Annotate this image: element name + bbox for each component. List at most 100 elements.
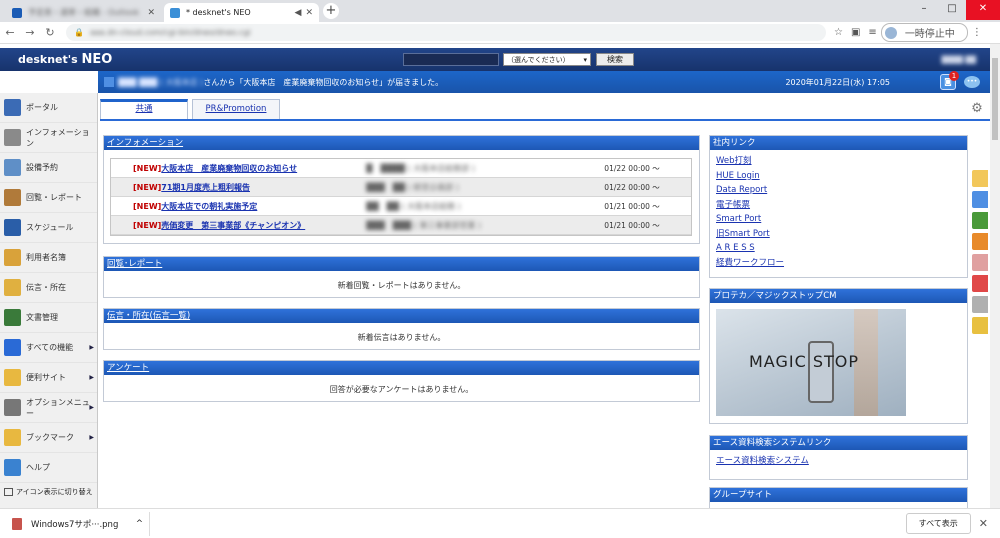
sidebar-item[interactable]: すべての機能 ▶ [0,333,97,363]
browser-tab-desknets[interactable]: * desknet's NEO ◀ ✕ [164,3,319,22]
palette-swatch[interactable] [972,275,988,292]
sidebar-item[interactable]: 文書管理 [0,303,97,333]
group-site-panel: グループサイト [709,487,968,508]
panel-title[interactable]: 回覧･レポート [104,257,699,271]
palette-swatch[interactable] [972,296,988,313]
sidebar-item[interactable]: ブックマーク ▶ [0,423,97,453]
ace-search-link[interactable]: エース資料検索システム [716,454,961,469]
logo[interactable]: desknet's NEO [18,52,308,67]
link-list: Web打刻 HUE Login Data Report 電子帳票 Smart Port 旧… [710,150,967,274]
address-bar[interactable]: 🔒 aaa.dn-cloud.com/cgi-bin/dneo/dneo.cgi [66,24,826,41]
tab-common[interactable]: 共通 [100,99,188,119]
close-window-button[interactable]: ✕ [966,0,1000,20]
menu-icon[interactable]: ⋮ [972,27,982,38]
palette-swatch[interactable] [972,212,988,229]
profile-button[interactable]: 一時停止中 [880,23,968,42]
internal-links-panel: 社内リンク Web打刻 HUE Login Data Report 電子帳票 Smart… [709,135,968,278]
chat-icon[interactable]: ••• [964,76,980,88]
panel-title[interactable]: 伝言・所在(伝言一覧) [104,309,699,323]
reload-icon[interactable]: ↻ [40,26,60,39]
promo-image[interactable]: MAGIC STOP [716,309,906,416]
download-item[interactable]: Windows7サポ···.png ^ [12,511,150,536]
info-author: ██ ██ ( 大阪本店総務 ) [366,201,461,211]
sidebar-item[interactable]: スケジュール [0,213,97,243]
speaker-icon[interactable]: ◀ [295,8,302,18]
sidebar-item-label: 設備予約 [26,163,58,172]
new-tab-button[interactable]: + [323,3,339,19]
internal-link[interactable]: A R E S S [716,241,961,256]
side-palette [972,170,990,338]
sidebar-item[interactable]: 回覧・レポート [0,183,97,213]
tab-pr-promotion[interactable]: PR&Promotion [192,99,280,119]
sidebar-item-label: 文書管理 [26,313,58,322]
info-title-link[interactable]: 大阪本店 産業廃棄物回収のお知らせ [161,163,366,174]
promo-panel: プロテカ／マジックストップCM MAGIC STOP [709,288,968,424]
internal-link[interactable]: HUE Login [716,169,961,184]
internal-link[interactable]: Smart Port [716,212,961,227]
palette-swatch[interactable] [972,254,988,271]
download-filename: Windows7サポ···.png [31,519,119,530]
sidebar-item[interactable]: ポータル [0,93,97,123]
folder-gray-icon [4,399,21,416]
media-icon[interactable]: ≡ [868,27,876,38]
close-icon[interactable]: ✕ [305,8,313,18]
folder-icon [4,429,21,446]
info-title-link[interactable]: 大阪本店での朝礼実施予定 [161,201,366,212]
internal-link[interactable]: 電子帳票 [716,198,961,213]
panel-title[interactable]: アンケート [104,361,699,375]
scrollbar[interactable] [990,44,1000,508]
info-date: 01/21 00:00 ～ [604,201,660,211]
gear-icon[interactable]: ⚙ [970,102,984,116]
panel-title[interactable]: インフォメーション [104,136,699,150]
info-date: 01/22 00:00 ～ [604,182,660,192]
search-button[interactable]: 検索 [596,53,634,66]
show-all-button[interactable]: すべて表示 [905,513,971,534]
internal-link[interactable]: Data Report [716,183,961,198]
maximize-button[interactable]: □ [938,0,966,20]
info-author: ███ ███ ( 第三事業部営業 ) [366,220,482,230]
palette-swatch[interactable] [972,170,988,187]
chevron-up-icon[interactable]: ^ [136,519,143,529]
back-icon[interactable]: ← [0,26,20,39]
sidebar-item[interactable]: 便利サイト ▶ [0,363,97,393]
icon-view-toggle[interactable]: アイコン表示に切り替え [0,483,97,500]
sidebar-item-label: スケジュール [26,223,74,232]
browser-tab-outlook[interactable]: 予定表・週単・組織 - Outlook ✕ [6,3,161,22]
internal-link[interactable]: 経費ワークフロー [716,256,961,271]
palette-swatch[interactable] [972,191,988,208]
chevron-right-icon: ▶ [89,344,94,351]
internal-link[interactable]: 旧Smart Port [716,227,961,242]
notification-badge: 1 [949,71,959,81]
sidebar-item[interactable]: オプションメニュー ▶ [0,393,97,423]
palette-swatch[interactable] [972,317,988,334]
search-input[interactable] [403,53,499,66]
sidebar-item[interactable]: ヘルプ [0,453,97,483]
sidebar-item[interactable]: 伝言・所在 [0,273,97,303]
notice-text[interactable]: さんから「大阪本店 産業廃棄物回収のお知らせ」が届きました。 [203,77,443,88]
palette-swatch[interactable] [972,233,988,250]
survey-panel: アンケート 回答が必要なアンケートはありません。 [103,360,700,402]
star-icon[interactable]: ☆ [834,27,843,38]
sidebar: ポータル インフォメーション設備予約回覧・レポートスケジュール利用者名簿 伝言・所在… [0,93,98,508]
forward-icon[interactable]: → [20,26,40,39]
info-title-link[interactable]: 71期1月度売上粗利報告 [161,182,366,193]
sidebar-item[interactable]: 利用者名簿 [0,243,97,273]
information-table: [NEW] 大阪本店 産業廃棄物回収のお知らせ █ ████ ( 大阪本店総務部 )… [110,158,692,236]
info-title-link[interactable]: 売価変更 第三事業部《チャンピオン》 [161,220,366,231]
internal-link[interactable]: Web打刻 [716,154,961,169]
promo-image-text: MAGIC STOP [749,352,860,371]
extension-icon[interactable]: ▣ [851,27,860,38]
new-tag: [NEW] [133,201,162,211]
close-icon[interactable]: ✕ [979,517,988,530]
search-category-select[interactable]: （選んでください） ▾ [503,53,591,66]
sidebar-item[interactable]: インフォメーション [0,123,97,153]
empty-message: 回答が必要なアンケートはありません。 [329,385,474,394]
close-icon[interactable]: ✕ [147,8,155,18]
minimize-button[interactable]: – [910,0,938,20]
panel-title: エース資料検索システムリンク [710,436,967,450]
sidebar-item[interactable]: 設備予約 [0,153,97,183]
scroll-thumb[interactable] [992,58,998,140]
header-user[interactable]: ████ ██ [941,56,976,64]
user-icon [104,77,114,87]
info-author: █ ████ ( 大阪本店総務部 ) [366,163,475,173]
